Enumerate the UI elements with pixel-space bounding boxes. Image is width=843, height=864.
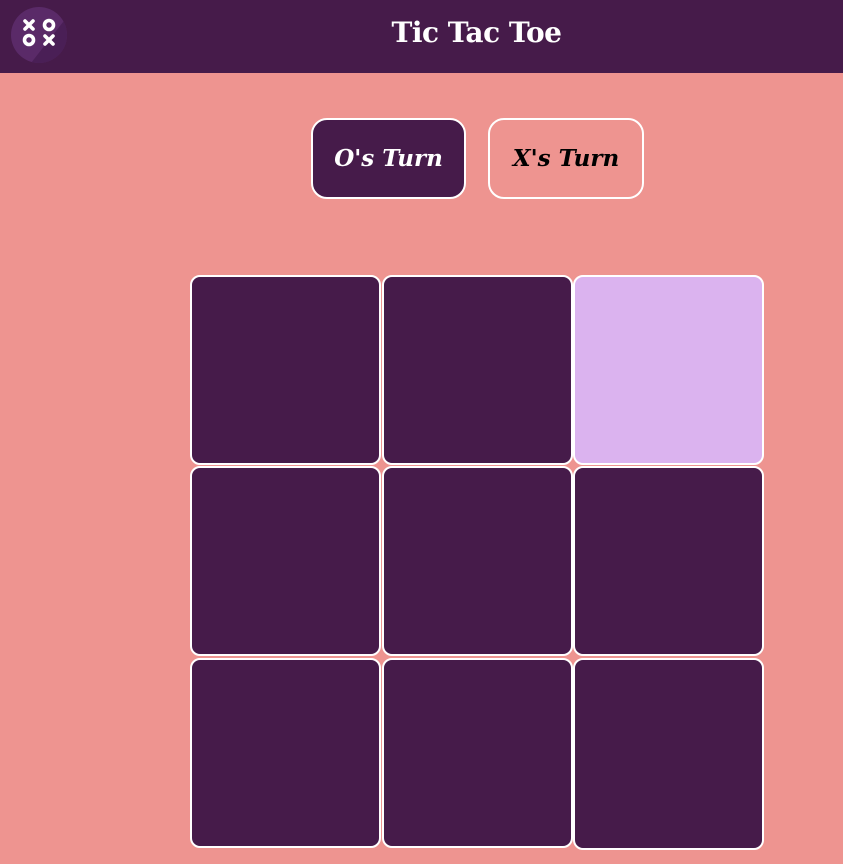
board-cell-8[interactable] bbox=[382, 658, 573, 848]
o-turn-button[interactable]: O's Turn bbox=[311, 118, 466, 199]
board-cell-5[interactable] bbox=[382, 466, 573, 656]
board-cell-7[interactable] bbox=[190, 658, 381, 848]
board-cell-3[interactable] bbox=[573, 275, 764, 465]
board-cell-1[interactable] bbox=[190, 275, 381, 465]
x-turn-button[interactable]: X's Turn bbox=[488, 118, 644, 199]
board-cell-4[interactable] bbox=[190, 466, 381, 656]
board-cell-9[interactable] bbox=[573, 658, 764, 850]
header-bar: Tic Tac Toe bbox=[0, 0, 843, 73]
board-cell-2[interactable] bbox=[382, 275, 573, 465]
page-title: Tic Tac Toe bbox=[391, 16, 562, 49]
board-cell-6[interactable] bbox=[573, 466, 764, 656]
